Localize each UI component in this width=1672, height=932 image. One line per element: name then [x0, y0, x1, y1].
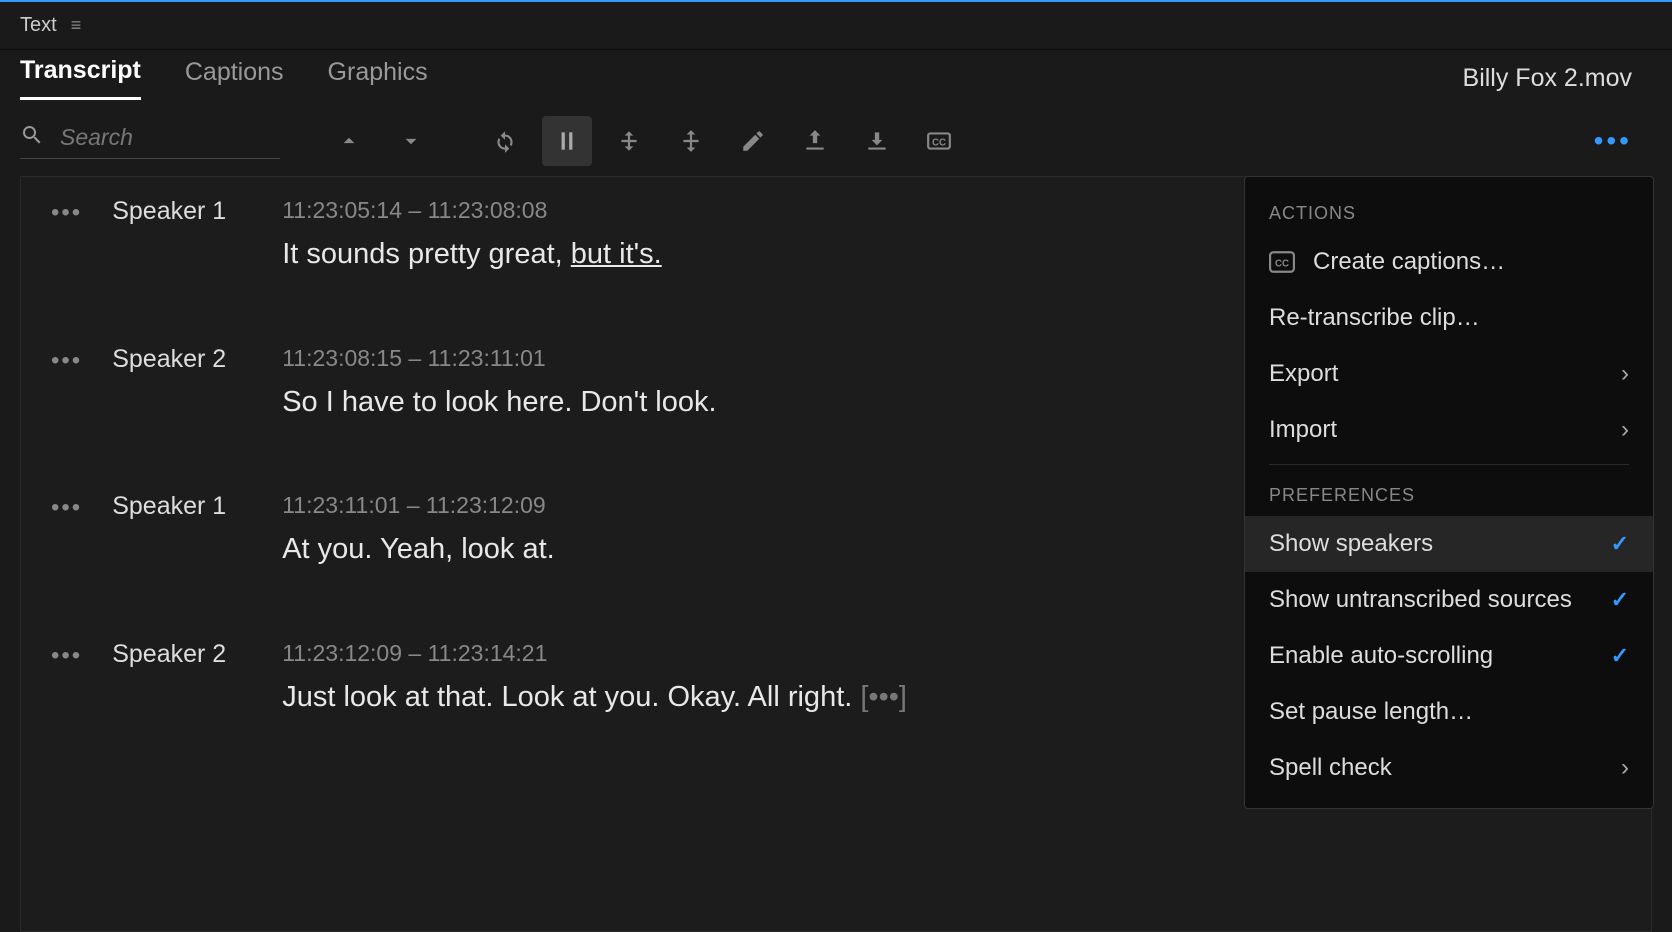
- tabs-row: Transcript Captions Graphics Billy Fox 2…: [0, 50, 1672, 106]
- segment-speaker[interactable]: Speaker 1: [112, 492, 252, 570]
- merge-button[interactable]: [604, 116, 654, 166]
- search-input[interactable]: [60, 124, 240, 151]
- menu-auto-scrolling[interactable]: Enable auto-scrolling ✓: [1245, 628, 1653, 684]
- edit-button[interactable]: [728, 116, 778, 166]
- segment-menu-icon[interactable]: •••: [51, 644, 82, 718]
- svg-text:CC: CC: [1275, 258, 1289, 269]
- menu-show-speakers[interactable]: Show speakers ✓: [1245, 516, 1653, 572]
- menu-item-label: Spell check: [1269, 754, 1607, 782]
- check-icon: ✓: [1611, 643, 1629, 669]
- chevron-right-icon: ›: [1621, 416, 1629, 444]
- menu-section-actions: ACTIONS: [1245, 189, 1653, 234]
- export-button[interactable]: [790, 116, 840, 166]
- chevron-right-icon: ›: [1621, 360, 1629, 388]
- segment-menu-icon[interactable]: •••: [51, 201, 82, 275]
- tab-transcript[interactable]: Transcript: [20, 56, 141, 100]
- segment-speaker[interactable]: Speaker 2: [112, 345, 252, 423]
- import-button[interactable]: [852, 116, 902, 166]
- menu-item-label: Show untranscribed sources: [1269, 586, 1597, 614]
- refresh-button[interactable]: [480, 116, 530, 166]
- search-wrap: [20, 123, 280, 159]
- content-area: ••• Speaker 1 11:23:05:14 – 11:23:08:08 …: [0, 176, 1672, 932]
- split-button[interactable]: [666, 116, 716, 166]
- menu-item-label: Enable auto-scrolling: [1269, 642, 1597, 670]
- panel-menu-icon[interactable]: ≡: [71, 15, 82, 36]
- menu-show-untranscribed[interactable]: Show untranscribed sources ✓: [1245, 572, 1653, 628]
- menu-divider: [1269, 464, 1629, 465]
- tab-captions[interactable]: Captions: [185, 58, 284, 99]
- menu-pause-length[interactable]: Set pause length…: [1245, 684, 1653, 740]
- menu-item-label: Re-transcribe clip…: [1269, 304, 1629, 332]
- menu-create-captions[interactable]: CC Create captions…: [1245, 234, 1653, 290]
- prev-result-button[interactable]: [324, 116, 374, 166]
- menu-spell-check[interactable]: Spell check ›: [1245, 740, 1653, 796]
- menu-retranscribe[interactable]: Re-transcribe clip…: [1245, 290, 1653, 346]
- menu-item-label: Import: [1269, 416, 1607, 444]
- segment-speaker[interactable]: Speaker 2: [112, 640, 252, 718]
- menu-item-label: Create captions…: [1313, 248, 1629, 276]
- svg-text:CC: CC: [932, 137, 946, 148]
- panel-title: Text: [20, 14, 57, 37]
- check-icon: ✓: [1611, 587, 1629, 613]
- menu-item-label: Set pause length…: [1269, 698, 1629, 726]
- panel-header: Text ≡: [0, 2, 1672, 50]
- check-icon: ✓: [1611, 531, 1629, 557]
- menu-export[interactable]: Export ›: [1245, 346, 1653, 402]
- menu-item-label: Show speakers: [1269, 530, 1597, 558]
- file-name: Billy Fox 2.mov: [1463, 64, 1652, 93]
- more-options-button[interactable]: •••: [1594, 125, 1632, 157]
- ellipsis-icon[interactable]: [•••]: [860, 677, 907, 718]
- more-options-menu: ACTIONS CC Create captions… Re-transcrib…: [1244, 176, 1654, 809]
- toolbar: CC •••: [0, 106, 1672, 176]
- chevron-right-icon: ›: [1621, 754, 1629, 782]
- menu-import[interactable]: Import ›: [1245, 402, 1653, 458]
- segment-speaker[interactable]: Speaker 1: [112, 197, 252, 275]
- cc-button[interactable]: CC: [914, 116, 964, 166]
- search-icon[interactable]: [20, 123, 44, 152]
- menu-item-label: Export: [1269, 360, 1607, 388]
- segment-menu-icon[interactable]: •••: [51, 349, 82, 423]
- show-pauses-button[interactable]: [542, 116, 592, 166]
- segment-menu-icon[interactable]: •••: [51, 496, 82, 570]
- menu-section-preferences: PREFERENCES: [1245, 471, 1653, 516]
- next-result-button[interactable]: [386, 116, 436, 166]
- tab-graphics[interactable]: Graphics: [328, 58, 428, 99]
- cc-icon: CC: [1269, 251, 1299, 273]
